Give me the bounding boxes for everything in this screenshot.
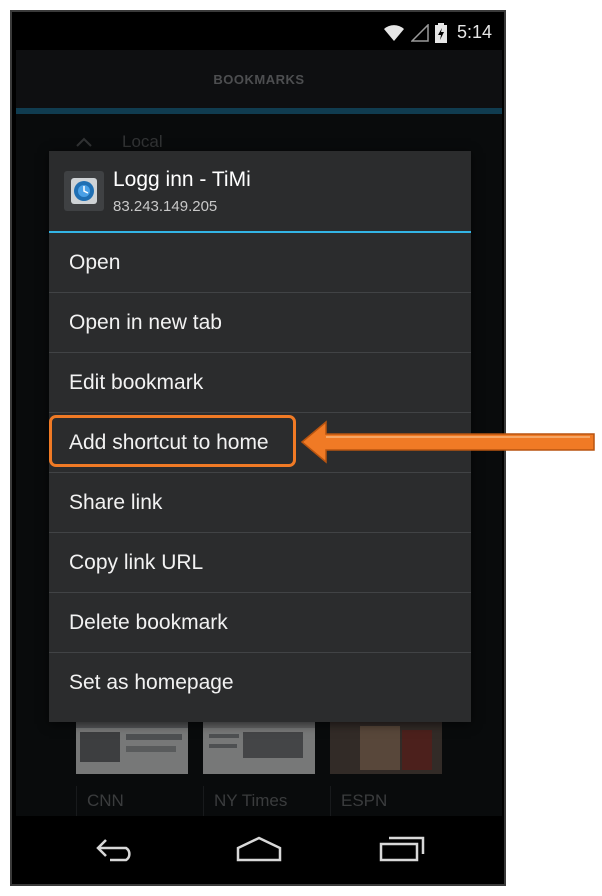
home-button[interactable]	[229, 832, 289, 866]
back-button[interactable]	[86, 832, 146, 866]
menu-item-label: Set as homepage	[69, 671, 234, 694]
battery-icon	[434, 22, 447, 43]
annotation-arrow-icon	[300, 420, 595, 464]
dialog-title: Logg inn - TiMi	[113, 168, 251, 191]
dialog-header: Logg inn - TiMi 83.243.149.205	[49, 151, 471, 231]
signal-icon	[410, 23, 429, 42]
clock: 5:14	[456, 22, 492, 42]
context-menu-list: Open Open in new tab Edit bookmark Add s…	[49, 233, 471, 713]
timi-app-icon	[64, 171, 104, 211]
menu-item-set-as-homepage[interactable]: Set as homepage	[49, 653, 471, 713]
menu-item-label: Open	[69, 251, 121, 274]
menu-item-label: Share link	[69, 491, 163, 514]
status-bar: 5:14	[16, 16, 502, 50]
menu-item-label: Copy link URL	[69, 551, 204, 574]
menu-item-label: Open in new tab	[69, 311, 222, 334]
menu-item-delete-bookmark[interactable]: Delete bookmark	[49, 593, 471, 653]
wifi-icon	[383, 24, 404, 41]
recents-icon	[379, 836, 425, 862]
menu-item-share-link[interactable]: Share link	[49, 473, 471, 533]
navigation-bar	[16, 816, 502, 882]
annotation-highlight-box	[49, 415, 296, 467]
dialog-url: 83.243.149.205	[113, 198, 218, 215]
menu-item-label: Edit bookmark	[69, 371, 204, 394]
menu-item-copy-link-url[interactable]: Copy link URL	[49, 533, 471, 593]
menu-item-open-in-new-tab[interactable]: Open in new tab	[49, 293, 471, 353]
menu-item-open[interactable]: Open	[49, 233, 471, 293]
back-icon	[96, 839, 131, 862]
status-icons: 5:14	[383, 22, 492, 43]
menu-item-label: Delete bookmark	[69, 611, 228, 634]
menu-item-edit-bookmark[interactable]: Edit bookmark	[49, 353, 471, 413]
recents-button[interactable]	[372, 832, 432, 866]
home-icon	[236, 836, 282, 862]
